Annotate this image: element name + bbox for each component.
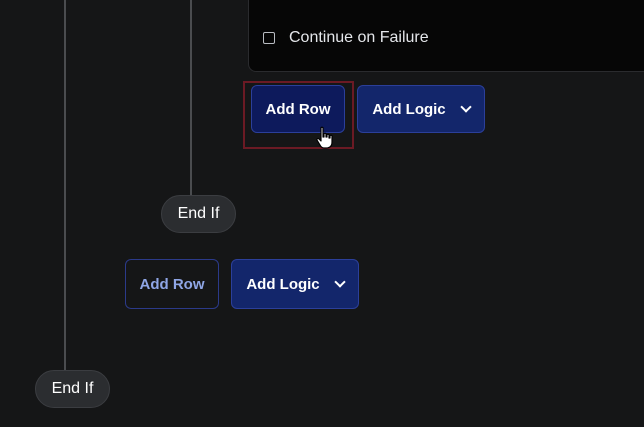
continue-on-failure-row[interactable]: Continue on Failure bbox=[263, 29, 429, 47]
continue-on-failure-label[interactable]: Continue on Failure bbox=[289, 29, 429, 47]
inner-add-logic-button[interactable]: Add Logic bbox=[357, 85, 485, 133]
inner-connector-line bbox=[190, 0, 192, 197]
outer-end-if-label: End If bbox=[51, 380, 94, 397]
outer-add-row-label: Add Row bbox=[139, 275, 205, 293]
inner-add-row-label: Add Row bbox=[265, 100, 331, 118]
chevron-down-icon bbox=[459, 101, 472, 113]
outer-add-row-button[interactable]: Add Row bbox=[125, 259, 219, 309]
checkbox-icon[interactable] bbox=[263, 32, 275, 44]
outer-connector-line bbox=[64, 0, 66, 372]
outer-add-logic-label: Add Logic bbox=[246, 275, 320, 293]
inner-end-if-pill: End If bbox=[161, 195, 236, 233]
workflow-canvas: Continue on Failure Add Row Add Logic En… bbox=[0, 0, 644, 427]
outer-add-logic-button[interactable]: Add Logic bbox=[231, 259, 359, 309]
chevron-down-icon bbox=[333, 276, 346, 288]
condition-panel: Continue on Failure bbox=[248, 0, 644, 72]
inner-end-if-label: End If bbox=[177, 205, 220, 222]
hand-pointer-cursor-icon bbox=[316, 126, 333, 149]
inner-add-logic-label: Add Logic bbox=[372, 100, 446, 118]
outer-end-if-pill: End If bbox=[35, 370, 110, 408]
